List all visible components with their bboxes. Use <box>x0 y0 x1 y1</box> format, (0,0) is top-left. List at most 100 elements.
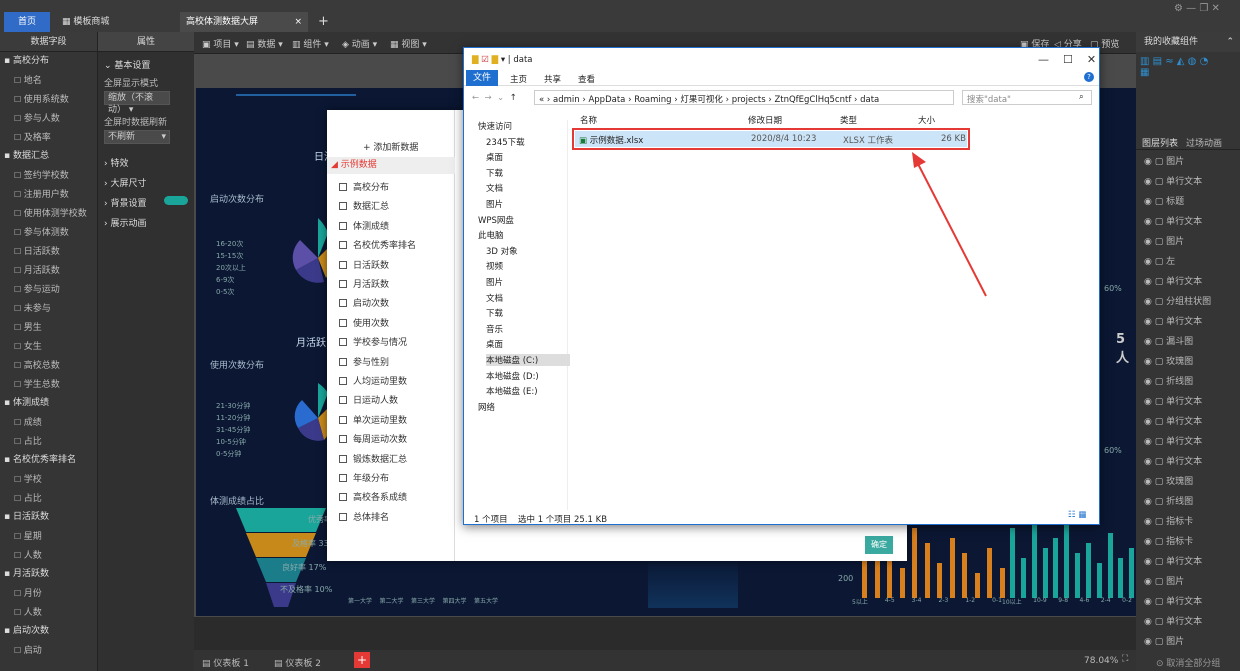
dataset-item[interactable]: 锻炼数据汇总 <box>339 452 407 465</box>
nav-item[interactable]: 桌面 <box>486 338 503 350</box>
nav-item[interactable]: 下载 <box>486 167 503 179</box>
field-group[interactable]: ▪ 日活跃数 <box>0 508 97 527</box>
field-item[interactable]: 学生总数 <box>0 375 97 394</box>
nav-item[interactable]: 本地磁盘 (E:) <box>486 385 538 397</box>
path-segment[interactable]: data <box>860 95 879 105</box>
nav-item[interactable]: 此电脑 <box>478 229 504 241</box>
nav-item[interactable]: 本地磁盘 (D:) <box>486 370 539 382</box>
layer-item[interactable]: ◉ ▢ 折线图 <box>1136 492 1240 512</box>
nav-item[interactable]: WPS网盘 <box>478 214 514 226</box>
col-size[interactable]: 大小 <box>918 114 935 126</box>
layer-item[interactable]: ◉ ▢ 折线图 <box>1136 372 1240 392</box>
tab-current-project[interactable]: 高校体测数据大屏 × <box>180 12 308 32</box>
layer-item[interactable]: ◉ ▢ 标题 <box>1136 192 1240 212</box>
field-item[interactable]: 月活跃数 <box>0 261 97 280</box>
favorites-header[interactable]: 我的收藏组件 ⌃ <box>1136 32 1240 52</box>
path-segment[interactable]: 灯果可视化 <box>680 95 723 105</box>
dataset-item[interactable]: 单次运动里数 <box>339 413 407 426</box>
dataset-item[interactable]: 学校参与情况 <box>339 335 407 348</box>
dataset-item[interactable]: 使用次数 <box>339 316 389 329</box>
dataset-item[interactable]: 月活跃数 <box>339 277 389 290</box>
field-item[interactable]: 使用系统数 <box>0 90 97 109</box>
dataset-item[interactable]: 每周运动次数 <box>339 432 407 445</box>
layer-item[interactable]: ◉ ▢ 图片 <box>1136 232 1240 252</box>
view-toggle[interactable]: ☷ ▦ <box>1068 510 1086 520</box>
col-type[interactable]: 类型 <box>840 114 857 126</box>
sheet-tab-2[interactable]: ▤ 仪表板 2 <box>274 656 321 669</box>
field-item[interactable]: 男生 <box>0 318 97 337</box>
layer-item[interactable]: ◉ ▢ 玫瑰图 <box>1136 472 1240 492</box>
dataset-item[interactable]: 总体排名 <box>339 510 389 523</box>
layer-item[interactable]: ◉ ▢ 漏斗图 <box>1136 332 1240 352</box>
nav-item[interactable]: 音乐 <box>486 323 503 335</box>
confirm-button[interactable]: 确定 <box>865 536 893 554</box>
field-item[interactable]: 女生 <box>0 337 97 356</box>
nav-item[interactable]: 本地磁盘 (C:) <box>486 354 570 366</box>
add-sheet-button[interactable]: + <box>354 652 370 668</box>
dataset-item[interactable]: 高校分布 <box>339 180 389 193</box>
layer-item[interactable]: ◉ ▢ 单行文本 <box>1136 272 1240 292</box>
ribbon-file[interactable]: 文件 <box>466 70 498 86</box>
window-controls[interactable]: — ☐ ✕ <box>1038 53 1096 66</box>
dataset-item[interactable]: 名校优秀率排名 <box>339 238 416 251</box>
search-box[interactable]: 搜索"data" ⌕ <box>962 90 1092 105</box>
refresh-select[interactable]: 不刷新 ▾ <box>104 130 170 144</box>
field-item[interactable]: 月份 <box>0 584 97 603</box>
layer-item[interactable]: ◉ ▢ 玫瑰图 <box>1136 352 1240 372</box>
ungroup-all-button[interactable]: ⊙ 取消全部分组 <box>1156 656 1220 669</box>
section-show-animation[interactable]: › 展示动画 <box>104 216 146 229</box>
col-name[interactable]: 名称 <box>580 114 597 126</box>
layer-item[interactable]: ◉ ▢ 图片 <box>1136 572 1240 592</box>
field-item[interactable]: 启动 <box>0 641 97 660</box>
layer-item[interactable]: ◉ ▢ 指标卡 <box>1136 532 1240 552</box>
ribbon-home[interactable]: 主页 <box>510 73 527 85</box>
help-icon[interactable]: ? <box>1084 72 1094 82</box>
field-item[interactable]: 成绩 <box>0 413 97 432</box>
dataset-item[interactable]: 人均运动里数 <box>339 374 407 387</box>
nav-item[interactable]: 网络 <box>478 401 495 413</box>
path-segment[interactable]: Roaming <box>634 95 671 105</box>
tab-layers[interactable]: 图层列表 <box>1142 136 1178 149</box>
sheet-tab-1[interactable]: ▤ 仪表板 1 <box>202 656 249 669</box>
nav-arrows[interactable]: ← → ⌄ ↑ <box>472 93 517 103</box>
project-menu[interactable]: ▣ 项目 ▾ <box>202 37 239 50</box>
nav-item[interactable]: 下载 <box>486 307 503 319</box>
field-item[interactable]: 参与体测数 <box>0 223 97 242</box>
layer-item[interactable]: ◉ ▢ 单行文本 <box>1136 612 1240 632</box>
field-item[interactable]: 占比 <box>0 432 97 451</box>
dataset-item[interactable]: 数据汇总 <box>339 199 389 212</box>
field-item[interactable]: 签约学校数 <box>0 166 97 185</box>
field-item[interactable]: 注册用户数 <box>0 185 97 204</box>
field-item[interactable]: 及格率 <box>0 128 97 147</box>
layer-item[interactable]: ◉ ▢ 单行文本 <box>1136 392 1240 412</box>
animation-menu[interactable]: ◈ 动画 ▾ <box>342 37 377 50</box>
nav-item[interactable]: 快速访问 <box>478 120 512 132</box>
col-date[interactable]: 修改日期 <box>748 114 782 126</box>
file-row[interactable]: ▣ 示例数据.xlsx 2020/8/4 10:23 XLSX 工作表 26 K… <box>575 131 967 147</box>
tab-template-store[interactable]: ▦ 模板商城 <box>56 12 166 32</box>
field-group[interactable]: ▪ 数据汇总 <box>0 147 97 166</box>
layer-item[interactable]: ◉ ▢ 指标卡 <box>1136 512 1240 532</box>
layer-item[interactable]: ◉ ▢ 左 <box>1136 252 1240 272</box>
window-controls[interactable]: ⚙ — ❐ ✕ <box>1174 3 1220 14</box>
field-item[interactable]: 参与人数 <box>0 109 97 128</box>
dataset-item[interactable]: 体测成绩 <box>339 219 389 232</box>
layer-item[interactable]: ◉ ▢ 单行文本 <box>1136 452 1240 472</box>
field-item[interactable]: 星期 <box>0 527 97 546</box>
field-group[interactable]: ▪ 高校分布 <box>0 52 97 71</box>
section-background[interactable]: › 背景设置 <box>104 196 146 209</box>
path-segment[interactable]: projects <box>732 95 766 105</box>
section-basic[interactable]: ⌄ 基本设置 <box>104 58 150 71</box>
tab-home[interactable]: 首页 <box>4 12 50 32</box>
dataset-item[interactable]: 日活跃数 <box>339 258 389 271</box>
zoom-level[interactable]: 78.04% <box>1084 656 1118 666</box>
field-group[interactable]: ▪ 名校优秀率排名 <box>0 451 97 470</box>
nav-item[interactable]: 3D 对象 <box>486 245 518 257</box>
field-item[interactable]: 占比 <box>0 489 97 508</box>
tab-transitions[interactable]: 过场动画 <box>1186 136 1222 149</box>
layer-item[interactable]: ◉ ▢ 单行文本 <box>1136 412 1240 432</box>
layer-item[interactable]: ◉ ▢ 单行文本 <box>1136 552 1240 572</box>
dataset-item[interactable]: 启动次数 <box>339 296 389 309</box>
path-segment[interactable]: ZtnQfEgClHq5cntf <box>774 95 851 105</box>
path-segment[interactable]: AppData <box>588 95 625 105</box>
